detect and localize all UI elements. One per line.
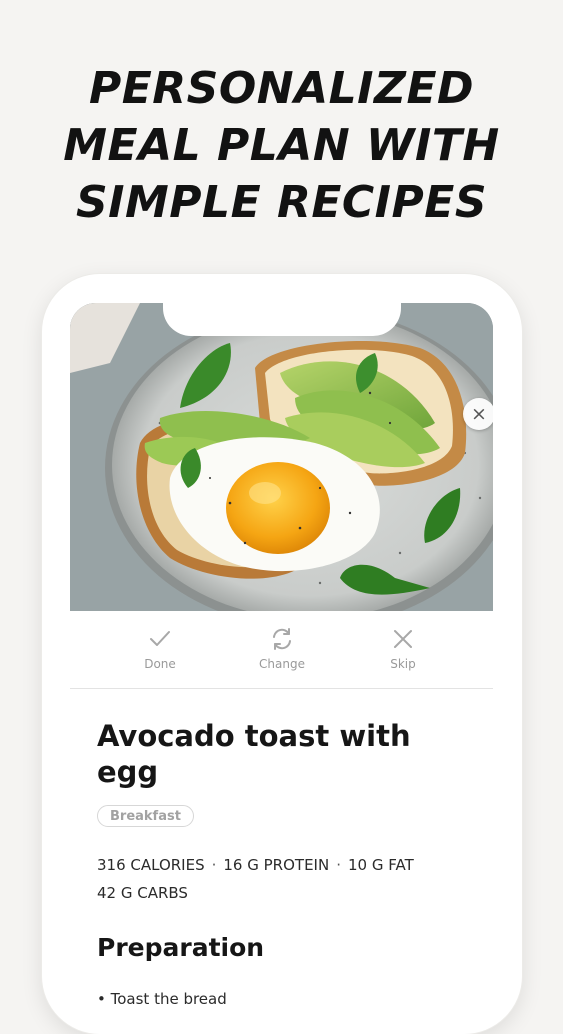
change-button[interactable]: Change [232,625,332,671]
check-icon [110,625,210,653]
done-label: Done [144,657,176,671]
phone-frame: × Done Change Skip Avocado toast with eg… [42,274,522,1034]
recipe-actions: Done Change Skip [70,611,493,689]
phone-notch [163,274,401,336]
separator-dot: · [336,856,341,874]
headline-line-3: SIMPLE RECIPES [75,177,488,228]
close-icon[interactable]: × [463,398,493,430]
protein-value: 16 G PROTEIN [223,856,330,874]
change-label: Change [259,657,305,671]
nutrition-info: 316 CALORIES · 16 G PROTEIN · 10 G FAT 42 G … [97,851,477,907]
preparation-heading: Preparation [97,933,265,962]
recipe-photo: × [70,303,493,611]
headline-line-2: MEAL PLAN WITH [63,120,500,171]
carbs-value: 42 G CARBS [97,884,188,902]
done-button[interactable]: Done [110,625,210,671]
meal-type-badge: Breakfast [97,805,194,827]
separator-dot: · [211,856,217,874]
headline: PERSONALIZED MEAL PLAN WITH SIMPLE RECIP… [0,60,563,231]
refresh-icon [232,625,332,653]
skip-button[interactable]: Skip [353,625,453,671]
recipe-title: Avocado toast with egg [97,719,411,789]
headline-line-1: PERSONALIZED [88,63,475,114]
fat-value: 10 G FAT [347,856,414,874]
calories-value: 316 CALORIES [97,856,205,874]
preparation-step: • Toast the bread [97,990,227,1008]
skip-label: Skip [390,657,416,671]
close-icon [353,625,453,653]
